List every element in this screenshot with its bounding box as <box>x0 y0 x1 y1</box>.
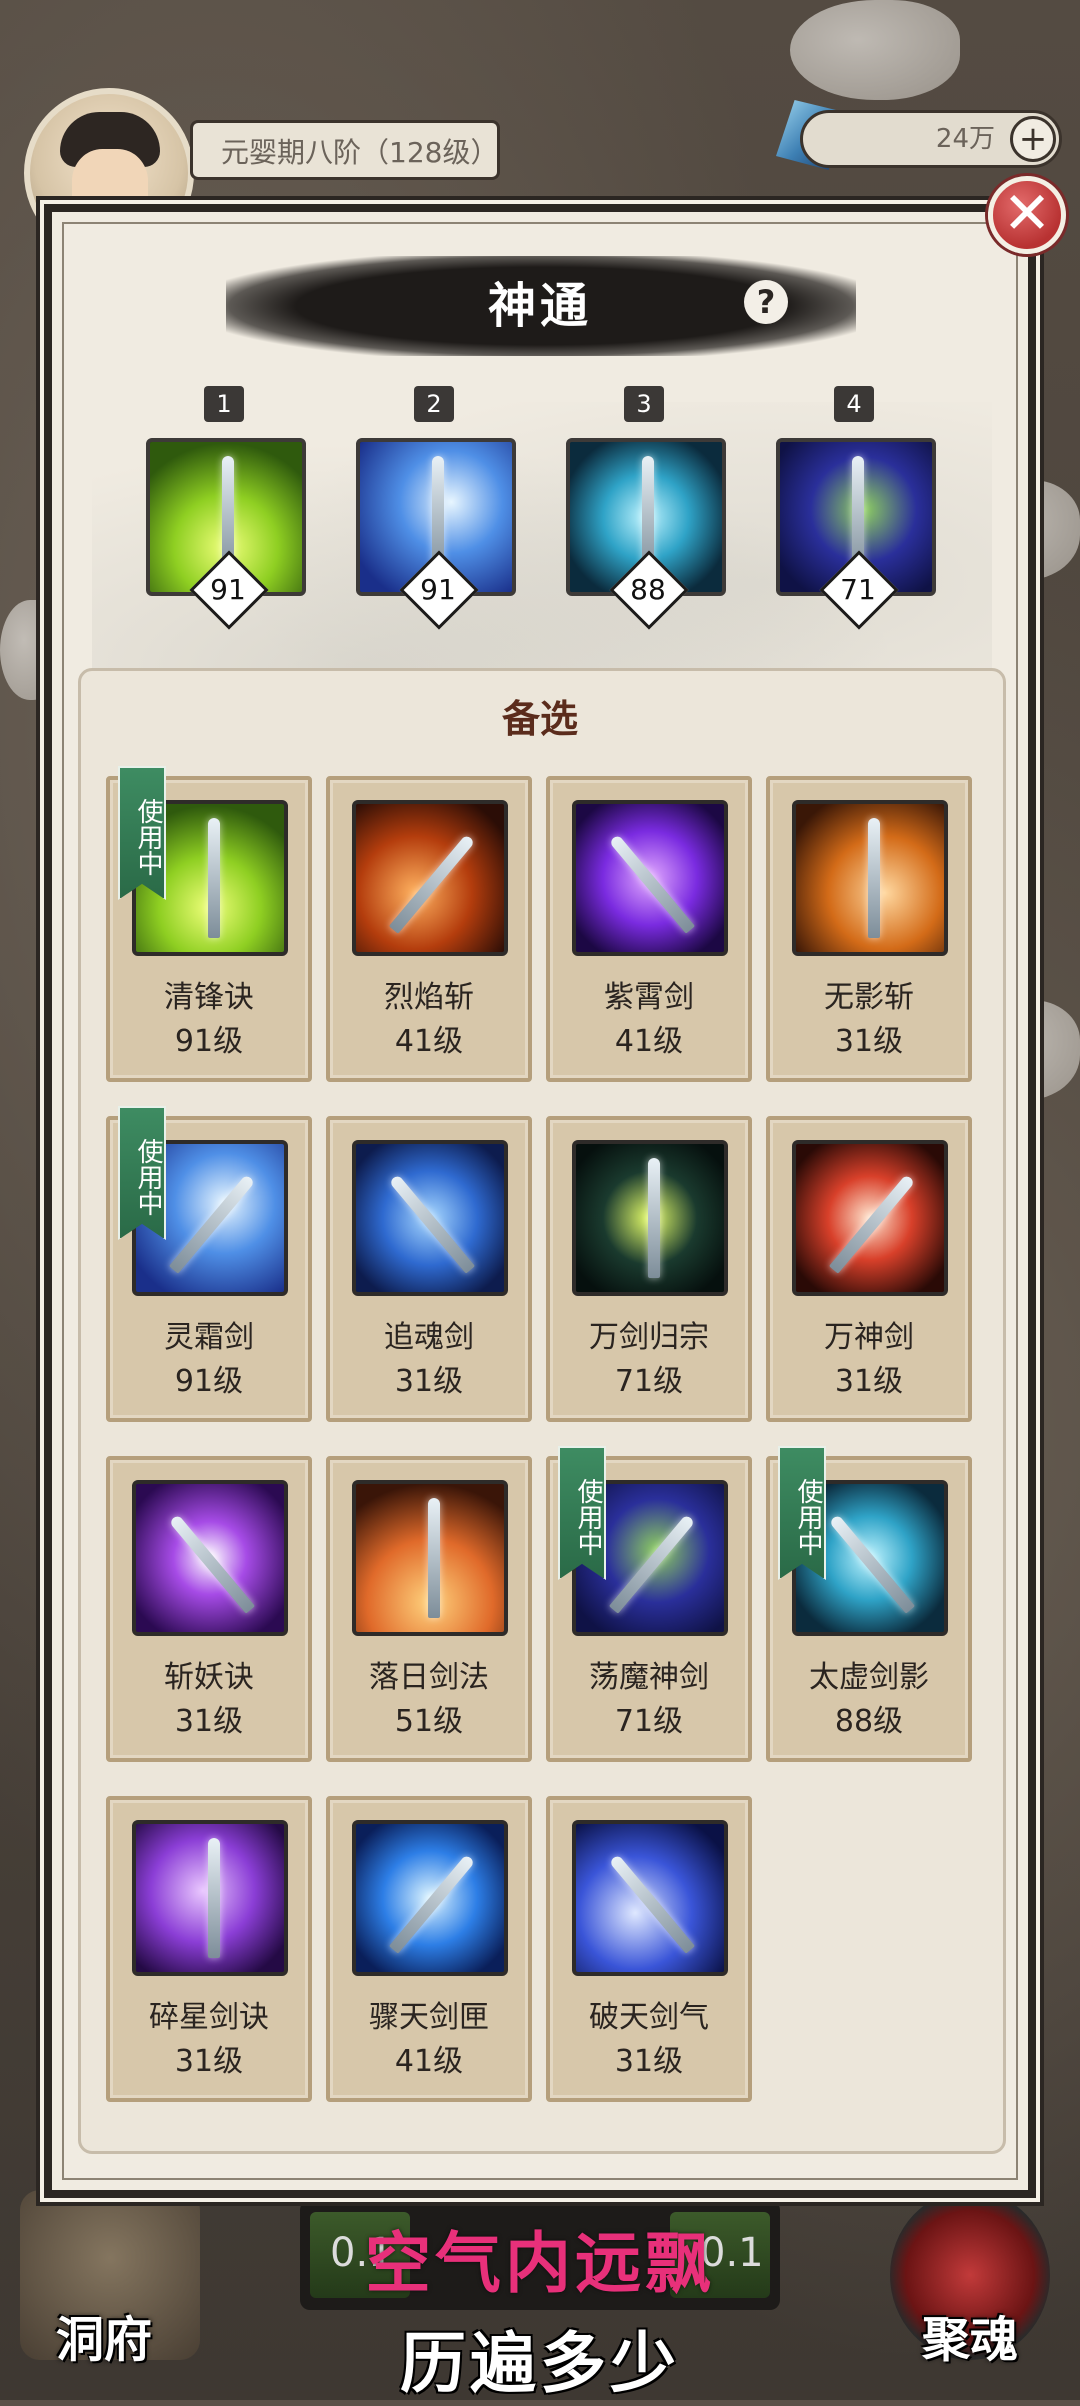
skill-level: 41级 <box>614 1024 684 1059</box>
skill-card[interactable]: 斩妖诀 31级 <box>106 1456 312 1762</box>
skill-level: 91级 <box>174 1364 244 1399</box>
skill-level: 31级 <box>834 1024 904 1059</box>
skill-level: 71级 <box>614 1364 684 1399</box>
slot-number: 2 <box>414 386 454 422</box>
skill-icon <box>792 1140 948 1296</box>
slot-number: 4 <box>834 386 874 422</box>
skill-card[interactable]: 无影斩 31级 <box>766 776 972 1082</box>
in-use-badge: 使用中 <box>118 1106 166 1240</box>
skill-level: 41级 <box>394 1024 464 1059</box>
skill-card[interactable]: 骤天剑匣 41级 <box>326 1796 532 2102</box>
skill-icon <box>352 1480 508 1636</box>
skill-card[interactable]: 紫霄剑 41级 <box>546 776 752 1082</box>
modal-title: 神通 <box>487 278 592 334</box>
skill-card[interactable]: 灵霜剑 91级 使用中 <box>106 1106 312 1422</box>
skill-name: 破天剑气 <box>589 2000 709 2035</box>
skill-level: 31级 <box>174 1704 244 1739</box>
skill-name: 太虚剑影 <box>809 1660 929 1695</box>
skill-icon <box>572 1820 728 1976</box>
skill-card[interactable]: 烈焰斩 41级 <box>326 776 532 1082</box>
skill-level: 41级 <box>394 2044 464 2079</box>
slot-level: 71 <box>840 573 876 606</box>
skill-icon <box>132 1820 288 1976</box>
slot-level: 91 <box>210 573 246 606</box>
close-button[interactable]: ✕ <box>988 176 1066 254</box>
skill-name: 落日剑法 <box>369 1660 489 1695</box>
skill-level: 31级 <box>834 1364 904 1399</box>
skill-card[interactable]: 破天剑气 31级 <box>546 1796 752 2102</box>
skill-icon <box>352 800 508 956</box>
skill-name: 斩妖诀 <box>164 1660 254 1695</box>
skill-level: 31级 <box>614 2044 684 2079</box>
skill-card[interactable]: 碎星剑诀 31级 <box>106 1796 312 2102</box>
skill-name: 碎星剑诀 <box>149 2000 269 2035</box>
wolf-enemy <box>790 0 960 100</box>
slot-number: 3 <box>624 386 664 422</box>
candidate-title: 备选 <box>501 697 578 741</box>
skill-icon <box>572 1140 728 1296</box>
skill-card[interactable]: 荡魔神剑 71级 使用中 <box>546 1446 752 1762</box>
skill-level: 31级 <box>394 1364 464 1399</box>
in-use-badge: 使用中 <box>558 1446 606 1580</box>
skill-level: 51级 <box>394 1704 464 1739</box>
skill-name: 无影斩 <box>824 980 914 1015</box>
skill-name: 清锋诀 <box>164 980 254 1015</box>
skill-name: 烈焰斩 <box>384 980 474 1015</box>
skill-icon <box>352 1140 508 1296</box>
subtitle-line-2: 历遍多少 <box>400 2325 680 2402</box>
add-currency-button[interactable]: + <box>1010 116 1056 162</box>
skill-card[interactable]: 万神剑 31级 <box>766 1116 972 1422</box>
skill-level: 31级 <box>174 2044 244 2079</box>
skill-icon <box>352 1820 508 1976</box>
in-use-badge: 使用中 <box>778 1446 826 1580</box>
skill-icon <box>792 800 948 956</box>
in-use-badge: 使用中 <box>118 766 166 900</box>
skill-name: 紫霄剑 <box>604 980 694 1015</box>
skill-level: 88级 <box>834 1704 904 1739</box>
skill-name: 追魂剑 <box>384 1320 474 1355</box>
skill-card[interactable]: 清锋诀 91级 使用中 <box>106 766 312 1082</box>
skill-icon <box>572 800 728 956</box>
skill-card[interactable]: 万剑归宗 71级 <box>546 1116 752 1422</box>
player-realm: 元婴期八阶（128级） <box>190 120 500 180</box>
skill-card[interactable]: 太虚剑影 88级 使用中 <box>766 1446 972 1762</box>
subtitle-line-1: 空气内远飘 <box>365 2225 715 2302</box>
skill-name: 万神剑 <box>824 1320 914 1355</box>
skill-name: 荡魔神剑 <box>589 1660 709 1695</box>
help-icon[interactable]: ? <box>744 280 788 324</box>
skill-name: 骤天剑匣 <box>369 2000 489 2035</box>
slot-number: 1 <box>204 386 244 422</box>
skill-level: 71级 <box>614 1704 684 1739</box>
skill-level: 91级 <box>174 1024 244 1059</box>
skill-name: 灵霜剑 <box>164 1320 254 1355</box>
slot-level: 91 <box>420 573 456 606</box>
skill-name: 万剑归宗 <box>589 1320 709 1355</box>
slot-level: 88 <box>630 573 666 606</box>
skill-card[interactable]: 落日剑法 51级 <box>326 1456 532 1762</box>
skill-icon <box>132 1480 288 1636</box>
skill-card[interactable]: 追魂剑 31级 <box>326 1116 532 1422</box>
